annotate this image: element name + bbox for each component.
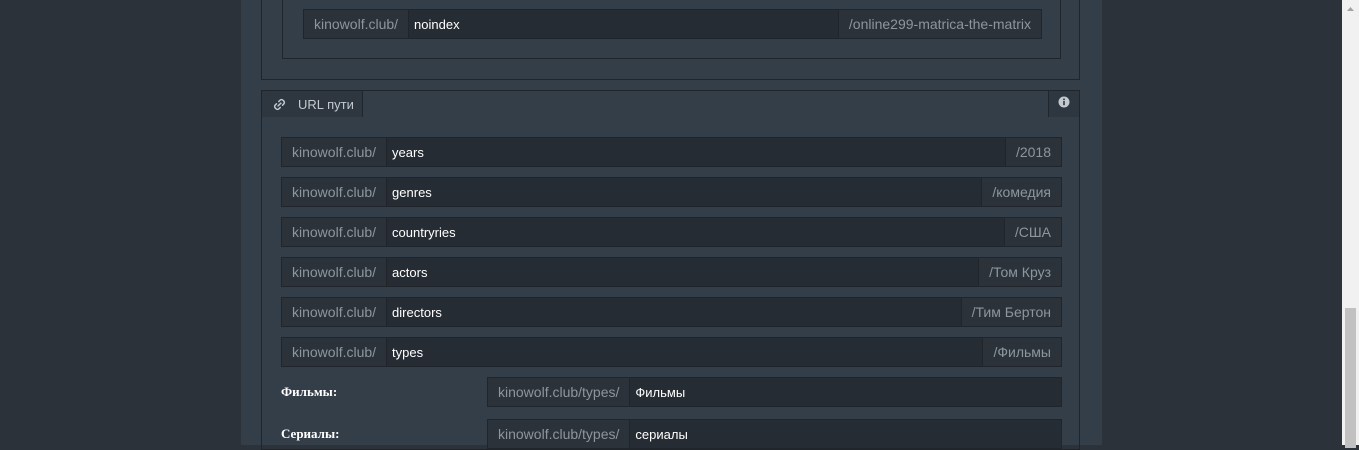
url-row-years: kinowolf.club/ years /2018	[281, 137, 1062, 167]
noindex-input[interactable]: noindex	[409, 10, 838, 38]
noindex-url-row: kinowolf.club/ noindex /online299-matric…	[303, 9, 1042, 39]
url-row-types: kinowolf.club/ types /Фильмы	[281, 337, 1062, 367]
url-prefix: kinowolf.club/	[304, 10, 410, 38]
url-prefix: kinowolf.club/types/	[488, 420, 631, 448]
url-suffix: /Фильмы	[982, 338, 1061, 366]
films-label: Фильмы:	[281, 384, 338, 399]
url-suffix: /online299-matrica-the-matrix	[837, 10, 1041, 38]
url-prefix: kinowolf.club/	[282, 138, 388, 166]
url-row-countries: kinowolf.club/ countryries /США	[281, 217, 1062, 247]
tab-label: URL пути	[298, 96, 354, 112]
info-button[interactable]	[1048, 91, 1079, 117]
url-row-actors: kinowolf.club/ actors /Том Круз	[281, 257, 1062, 287]
settings-panel: kinowolf.club/ noindex /online299-matric…	[241, 0, 1102, 450]
genres-input[interactable]: genres	[387, 178, 981, 206]
series-label: Сериалы:	[281, 426, 340, 441]
url-suffix: /Том Круз	[978, 258, 1061, 286]
films-input[interactable]: Фильмы	[630, 378, 1061, 406]
card-header: URL пути	[262, 91, 1079, 117]
countries-input[interactable]: countryries	[387, 218, 1004, 246]
url-row-genres: kinowolf.club/ genres /комедия	[281, 177, 1062, 207]
types-input[interactable]: types	[387, 338, 982, 366]
scroll-up-arrow-icon[interactable]	[1342, 0, 1359, 17]
url-prefix: kinowolf.club/types/	[488, 378, 631, 406]
link-icon	[273, 98, 286, 111]
vertical-scrollbar[interactable]	[1342, 0, 1359, 448]
url-suffix: /2018	[1004, 138, 1061, 166]
url-prefix: kinowolf.club/	[282, 258, 388, 286]
url-suffix: /США	[1003, 218, 1061, 246]
meta-inner-box: kinowolf.club/ noindex /online299-matric…	[282, 0, 1061, 59]
directors-input[interactable]: directors	[387, 298, 961, 326]
url-prefix: kinowolf.club/	[282, 178, 388, 206]
url-suffix: /Тим Бертон	[960, 298, 1061, 326]
tab-url-paths[interactable]: URL пути	[262, 91, 363, 117]
info-icon	[1058, 95, 1070, 113]
url-suffix: /комедия	[981, 178, 1061, 206]
meta-card: kinowolf.club/ noindex /online299-matric…	[261, 0, 1080, 80]
series-input[interactable]: сериалы	[630, 420, 1061, 448]
url-prefix: kinowolf.club/	[282, 338, 388, 366]
scrollbar-thumb[interactable]	[1345, 308, 1356, 448]
actors-input[interactable]: actors	[387, 258, 978, 286]
years-input[interactable]: years	[387, 138, 1005, 166]
url-prefix: kinowolf.club/	[282, 298, 388, 326]
url-prefix: kinowolf.club/	[282, 218, 388, 246]
type-row-films: kinowolf.club/types/ Фильмы	[487, 377, 1062, 407]
url-row-directors: kinowolf.club/ directors /Тим Бертон	[281, 297, 1062, 327]
